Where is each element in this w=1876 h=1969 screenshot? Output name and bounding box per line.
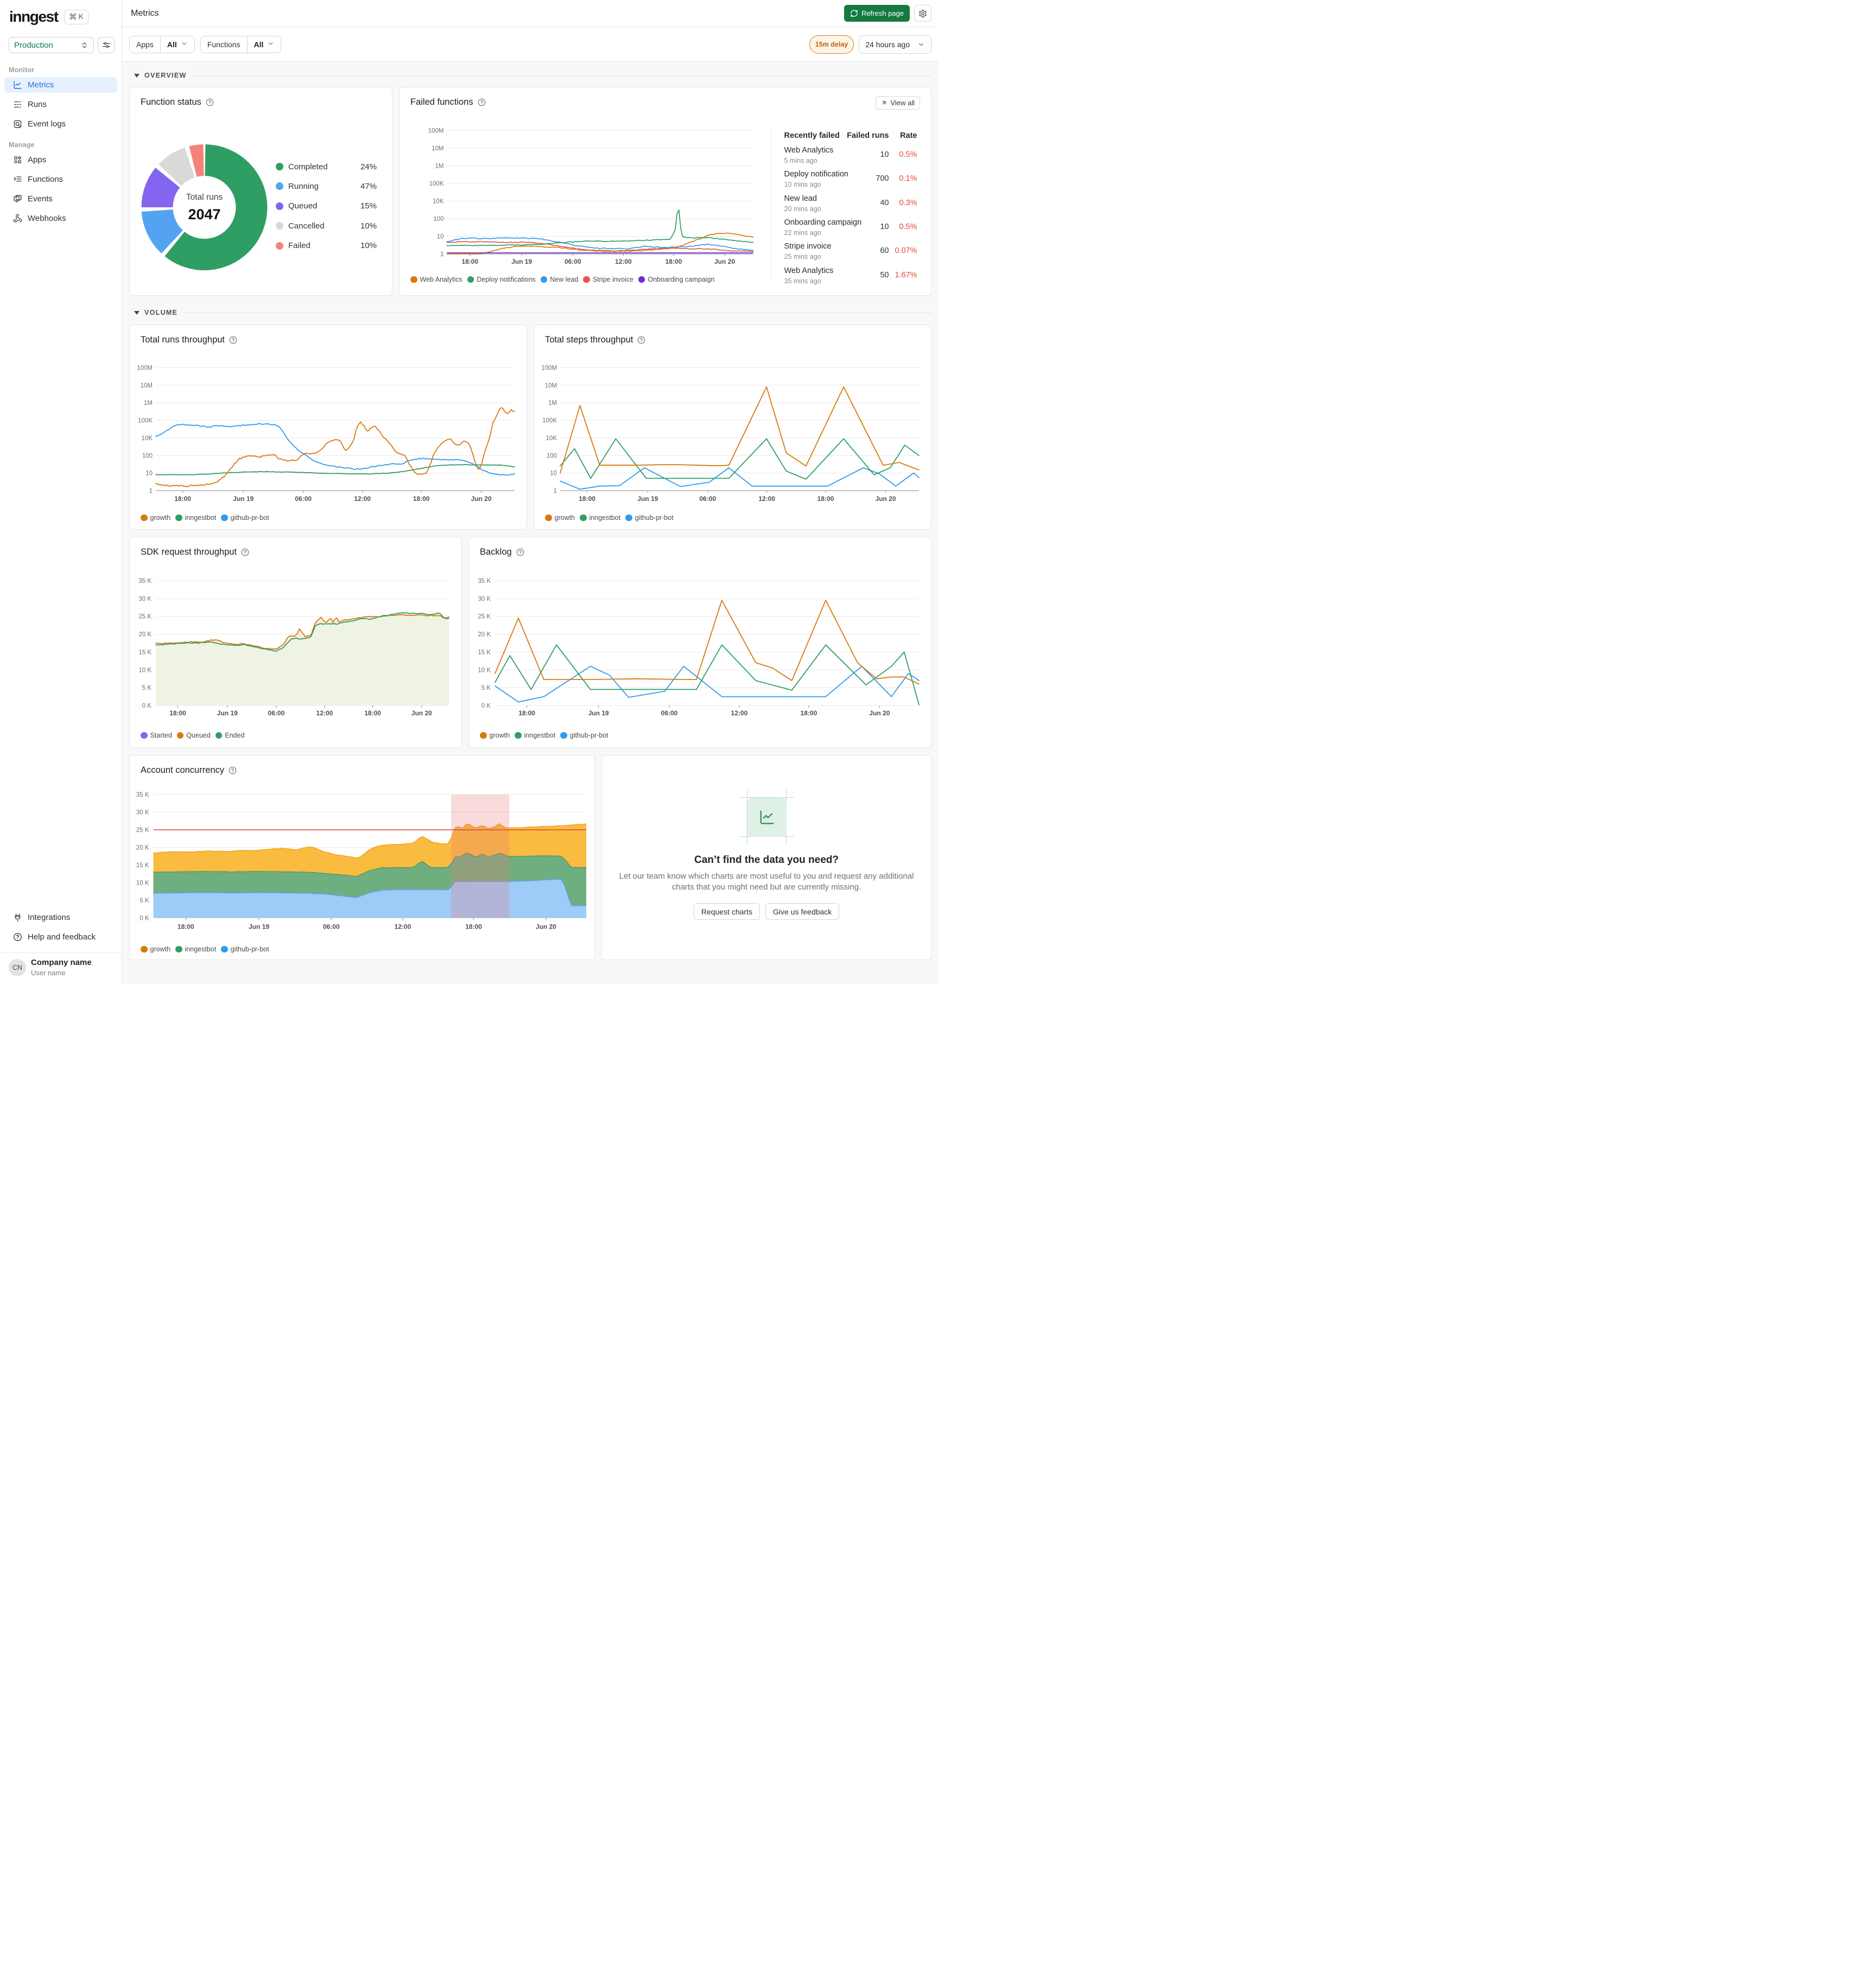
svg-text:10K: 10K [546, 435, 557, 442]
svg-text:1M: 1M [435, 163, 444, 169]
svg-text:18:00: 18:00 [413, 495, 430, 503]
svg-text:100M: 100M [541, 365, 557, 371]
svg-text:18:00: 18:00 [518, 709, 535, 717]
svg-text:06:00: 06:00 [661, 709, 678, 717]
svg-text:18:00: 18:00 [579, 495, 595, 503]
svg-text:10K: 10K [142, 435, 153, 442]
svg-text:100K: 100K [138, 418, 153, 424]
svg-text:25 K: 25 K [136, 827, 149, 834]
svg-text:Jun 19: Jun 19 [588, 709, 609, 717]
svg-text:Jun 19: Jun 19 [217, 709, 238, 717]
svg-text:1M: 1M [548, 400, 557, 406]
svg-text:Jun 20: Jun 20 [411, 709, 432, 717]
svg-text:10 K: 10 K [478, 667, 491, 674]
svg-text:100: 100 [547, 453, 557, 459]
svg-text:10: 10 [550, 471, 557, 477]
svg-text:Jun 20: Jun 20 [869, 709, 890, 717]
svg-text:15 K: 15 K [136, 862, 149, 869]
svg-text:35 K: 35 K [478, 578, 491, 585]
svg-text:1: 1 [554, 488, 557, 494]
svg-text:15 K: 15 K [478, 649, 491, 656]
svg-text:12:00: 12:00 [758, 495, 775, 503]
svg-text:5 K: 5 K [142, 685, 152, 691]
svg-text:10 K: 10 K [136, 880, 149, 887]
svg-text:100K: 100K [429, 181, 444, 187]
svg-text:18:00: 18:00 [364, 709, 381, 717]
svg-text:30 K: 30 K [136, 810, 149, 816]
svg-text:06:00: 06:00 [699, 495, 716, 503]
svg-text:18:00: 18:00 [169, 709, 186, 717]
svg-text:25 K: 25 K [478, 614, 491, 620]
svg-text:0 K: 0 K [142, 703, 152, 709]
svg-text:18:00: 18:00 [666, 258, 682, 265]
svg-text:18:00: 18:00 [465, 923, 482, 931]
svg-text:Jun 19: Jun 19 [249, 923, 269, 931]
svg-text:1M: 1M [144, 400, 153, 406]
svg-text:18:00: 18:00 [801, 709, 817, 717]
svg-text:10: 10 [437, 234, 444, 240]
svg-text:10 K: 10 K [138, 667, 151, 674]
svg-text:0 K: 0 K [140, 916, 149, 922]
svg-text:Jun 19: Jun 19 [233, 495, 253, 503]
svg-text:10: 10 [145, 471, 153, 477]
svg-text:15 K: 15 K [138, 649, 151, 656]
svg-text:30 K: 30 K [138, 596, 151, 602]
svg-text:10M: 10M [545, 383, 557, 389]
svg-text:20 K: 20 K [138, 632, 151, 638]
svg-text:1: 1 [440, 251, 443, 258]
svg-text:18:00: 18:00 [174, 495, 191, 503]
svg-text:30 K: 30 K [478, 596, 491, 602]
svg-text:18:00: 18:00 [461, 258, 478, 265]
svg-text:100M: 100M [137, 365, 153, 371]
svg-text:Jun 20: Jun 20 [471, 495, 491, 503]
svg-text:35 K: 35 K [136, 792, 149, 798]
svg-text:06:00: 06:00 [268, 709, 285, 717]
svg-text:10M: 10M [141, 383, 153, 389]
svg-text:1: 1 [149, 488, 153, 494]
svg-text:06:00: 06:00 [295, 495, 312, 503]
svg-text:35 K: 35 K [138, 578, 151, 585]
svg-text:5 K: 5 K [140, 898, 149, 904]
svg-text:20 K: 20 K [478, 632, 491, 638]
svg-text:0 K: 0 K [481, 703, 491, 709]
svg-text:Jun 20: Jun 20 [875, 495, 896, 503]
svg-text:06:00: 06:00 [565, 258, 581, 265]
svg-text:Jun 20: Jun 20 [714, 258, 735, 265]
svg-text:12:00: 12:00 [731, 709, 748, 717]
svg-text:12:00: 12:00 [615, 258, 632, 265]
svg-text:Jun 19: Jun 19 [511, 258, 532, 265]
svg-text:12:00: 12:00 [354, 495, 371, 503]
svg-text:100M: 100M [428, 128, 444, 134]
svg-text:100K: 100K [542, 418, 557, 424]
svg-text:18:00: 18:00 [817, 495, 834, 503]
svg-text:06:00: 06:00 [323, 923, 340, 931]
svg-text:10M: 10M [432, 145, 443, 152]
svg-text:100: 100 [433, 216, 443, 223]
svg-text:5 K: 5 K [481, 685, 491, 691]
svg-text:Jun 19: Jun 19 [637, 495, 658, 503]
svg-text:100: 100 [142, 453, 153, 459]
svg-text:12:00: 12:00 [316, 709, 333, 717]
svg-text:20 K: 20 K [136, 845, 149, 852]
svg-text:18:00: 18:00 [178, 923, 194, 931]
svg-text:10K: 10K [433, 199, 444, 205]
svg-text:Jun 20: Jun 20 [536, 923, 556, 931]
svg-text:25 K: 25 K [138, 614, 151, 620]
svg-text:12:00: 12:00 [395, 923, 411, 931]
